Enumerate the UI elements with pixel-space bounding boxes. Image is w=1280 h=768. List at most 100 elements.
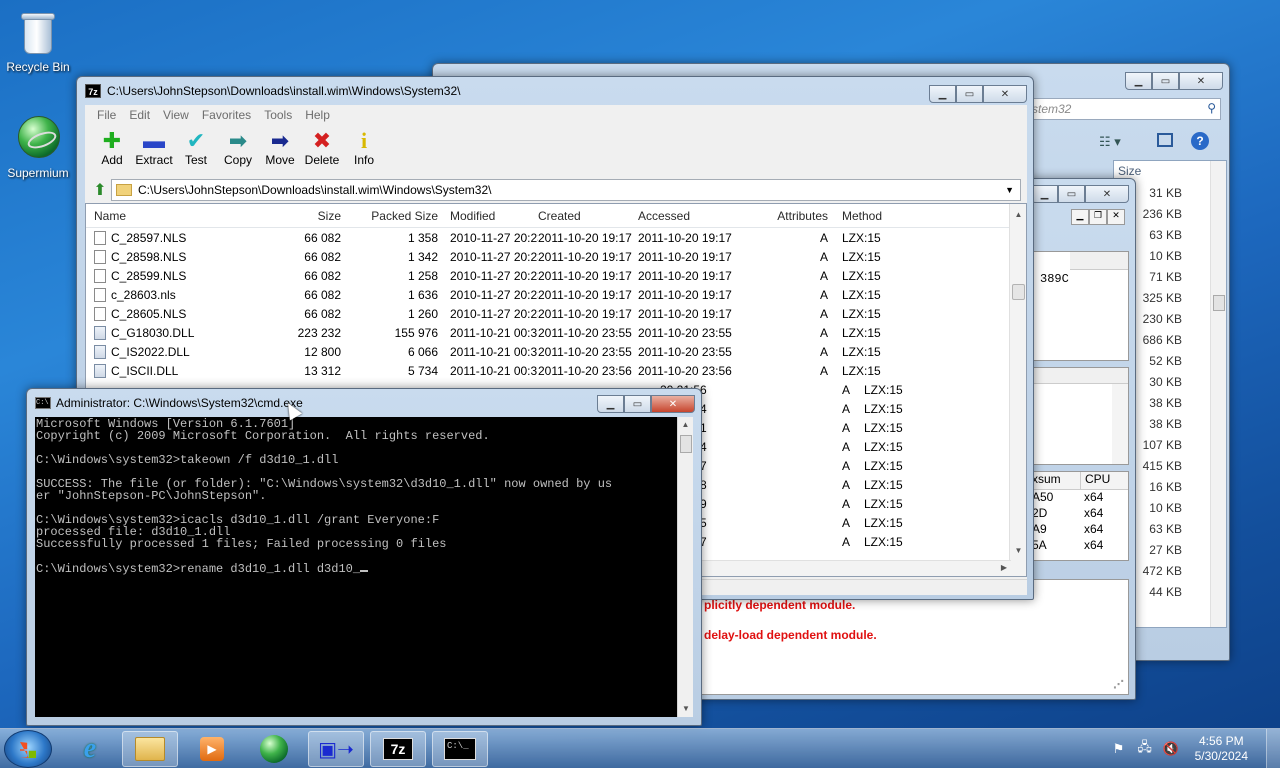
file-row[interactable]: C_IS2022.DLL 12 800 6 066 2011-10-21 00:31 2… — [86, 342, 1026, 361]
cmd-app-icon: C:\ — [35, 397, 51, 409]
extract-button[interactable]: ▬ Extract — [133, 129, 175, 168]
column-attributes[interactable]: Attributes — [758, 209, 828, 223]
file-row[interactable]: C_28598.NLS 66 082 1 342 2010-11-27 20:23 20… — [86, 247, 1026, 266]
show-desktop-button[interactable] — [1266, 729, 1280, 768]
column-created[interactable]: Created — [538, 209, 638, 223]
file-row[interactable]: C_28597.NLS 66 082 1 358 2010-11-27 20:23 20… — [86, 228, 1026, 247]
file-name: C_28598.NLS — [111, 249, 187, 264]
recycle-bin-icon — [16, 8, 60, 56]
delete-button[interactable]: ✖ Delete — [301, 129, 343, 168]
column-name[interactable]: Name — [86, 209, 286, 223]
network-icon[interactable]: 🖧 — [1135, 739, 1155, 759]
menu-view[interactable]: View — [163, 108, 189, 122]
file-row[interactable]: C_G18030.DLL 223 232 155 976 2011-10-21 00:… — [86, 323, 1026, 342]
child-restore-button[interactable]: ❐ — [1089, 209, 1107, 225]
scroll-right-icon[interactable]: ▶ — [1001, 563, 1007, 572]
menu-bar: File Edit View Favorites Tools Help — [85, 105, 1027, 125]
minimize-button[interactable]: ▁ — [1125, 72, 1152, 90]
maximize-button[interactable]: ▭ — [624, 395, 651, 413]
file-row[interactable]: C_28605.NLS 66 082 1 260 2010-11-27 20:23 20… — [86, 304, 1026, 323]
close-button[interactable]: ✕ — [1179, 72, 1223, 90]
preview-pane-icon[interactable] — [1157, 133, 1173, 147]
menu-favorites[interactable]: Favorites — [202, 108, 251, 122]
file-row[interactable]: C_28599.NLS 66 082 1 258 2010-11-27 20:23 20… — [86, 266, 1026, 285]
taskbar-cmd[interactable]: C:\_ — [432, 731, 488, 767]
minimize-button[interactable]: ▁ — [1031, 185, 1058, 203]
minimize-button[interactable]: ▁ — [929, 85, 956, 103]
scrollbar-thumb[interactable] — [1213, 295, 1225, 311]
titlebar[interactable]: 7z C:\Users\JohnStepson\Downloads\instal… — [77, 77, 1033, 105]
vertical-scrollbar[interactable] — [1210, 161, 1226, 627]
column-size[interactable]: Size — [286, 209, 341, 223]
taskbar-dependency-walker[interactable]: ▣➝ — [308, 731, 364, 767]
desktop-icon-supermium[interactable]: Supermium — [0, 114, 76, 180]
console-output[interactable]: Microsoft Windows [Version 6.1.7601] Copy… — [35, 417, 677, 717]
menu-help[interactable]: Help — [305, 108, 330, 122]
column-accessed[interactable]: Accessed — [638, 209, 758, 223]
desktop-icon-recycle-bin[interactable]: Recycle Bin — [0, 8, 76, 74]
size-column-header[interactable]: Size — [1118, 164, 1141, 178]
clock[interactable]: 4:56 PM 5/30/2024 — [1195, 734, 1248, 764]
close-button[interactable]: ✕ — [983, 85, 1027, 103]
menu-file[interactable]: File — [97, 108, 116, 122]
cpu-column-header[interactable]: CPU — [1080, 472, 1114, 489]
view-options-icon[interactable]: ☷ ▾ — [1099, 134, 1121, 150]
volume-muted-icon[interactable]: 🔇 — [1161, 739, 1181, 759]
file-row[interactable]: C_ISCII.DLL 13 312 5 734 2011-10-21 00:31 20… — [86, 361, 1026, 380]
scroll-down-icon[interactable]: ▼ — [678, 701, 694, 717]
scrollbar-thumb[interactable] — [680, 435, 692, 453]
minimize-button[interactable]: ▁ — [597, 395, 624, 413]
file-icon — [94, 268, 106, 283]
child-minimize-button[interactable]: ▁ — [1071, 209, 1089, 225]
child-close-button[interactable]: ✕ — [1107, 209, 1125, 225]
menu-tools[interactable]: Tools — [264, 108, 292, 122]
vertical-scrollbar[interactable]: ▲ ▼ — [677, 417, 693, 717]
taskbar-supermium[interactable] — [246, 731, 302, 767]
file-modified: 2010-11-27 20:23 — [450, 287, 538, 302]
scroll-down-icon[interactable]: ▼ — [1010, 542, 1026, 558]
console-prompt-line[interactable]: C:\Windows\system32>rename d3d10_1.dll d… — [36, 562, 677, 575]
vertical-scrollbar[interactable]: ▲ ▼ — [1009, 204, 1026, 576]
add-button[interactable]: ✚ Add — [91, 129, 133, 168]
toolbar: ✚ Add ▬ Extract ✔ Test ➡ Copy ➡ Move ✖ Delete … — [85, 125, 1027, 177]
file-packed: 6 066 — [407, 344, 438, 359]
file-method: LZX:15 — [864, 401, 903, 416]
taskbar-explorer[interactable] — [122, 731, 178, 767]
file-attr: A — [819, 363, 828, 378]
checksum-column-header[interactable]: xsum — [1028, 472, 1080, 489]
tool-label: Extract — [135, 153, 173, 167]
column-modified[interactable]: Modified — [438, 209, 538, 223]
move-button[interactable]: ➡ Move — [259, 129, 301, 168]
file-size: 66 082 — [304, 306, 341, 321]
taskbar-media-player[interactable]: ▶ — [184, 731, 240, 767]
taskbar-7zip[interactable]: 7z — [370, 731, 426, 767]
column-method[interactable]: Method — [828, 209, 908, 223]
maximize-button[interactable]: ▭ — [1152, 72, 1179, 90]
taskbar-internet-explorer[interactable]: e — [62, 731, 118, 767]
cmd-window[interactable]: C:\ Administrator: C:\Windows\System32\c… — [26, 388, 702, 726]
address-bar[interactable]: C:\Users\JohnStepson\Downloads\install.w… — [111, 179, 1021, 201]
window-title: C:\Users\JohnStepson\Downloads\install.w… — [107, 84, 461, 98]
close-button[interactable]: ✕ — [1085, 185, 1129, 203]
close-button[interactable]: ✕ — [651, 395, 695, 413]
column-packed-size[interactable]: Packed Size — [341, 209, 438, 223]
maximize-button[interactable]: ▭ — [956, 85, 983, 103]
file-row[interactable]: c_28603.nls 66 082 1 636 2010-11-27 20:23 20… — [86, 285, 1026, 304]
resize-grip-icon[interactable]: ⋰ — [1113, 678, 1124, 691]
start-button[interactable] — [4, 730, 52, 768]
maximize-button[interactable]: ▭ — [1058, 185, 1085, 203]
info-button[interactable]: i Info — [343, 129, 385, 168]
scroll-up-icon[interactable]: ▲ — [678, 417, 693, 433]
up-folder-icon[interactable]: ⬆ — [89, 180, 111, 200]
scroll-up-icon[interactable]: ▲ — [1010, 206, 1026, 222]
scrollbar-thumb[interactable] — [1012, 284, 1025, 300]
search-box[interactable]: stem32 ⚲ — [1029, 98, 1221, 120]
menu-edit[interactable]: Edit — [129, 108, 150, 122]
tool-label: Test — [184, 153, 207, 167]
chevron-down-icon[interactable]: ▼ — [1005, 185, 1014, 195]
action-center-flag-icon[interactable]: ⚑ — [1109, 739, 1129, 759]
vertical-scrollbar[interactable] — [1112, 384, 1128, 464]
help-icon[interactable]: ? — [1191, 132, 1209, 150]
test-button[interactable]: ✔ Test — [175, 129, 217, 168]
copy-button[interactable]: ➡ Copy — [217, 129, 259, 168]
